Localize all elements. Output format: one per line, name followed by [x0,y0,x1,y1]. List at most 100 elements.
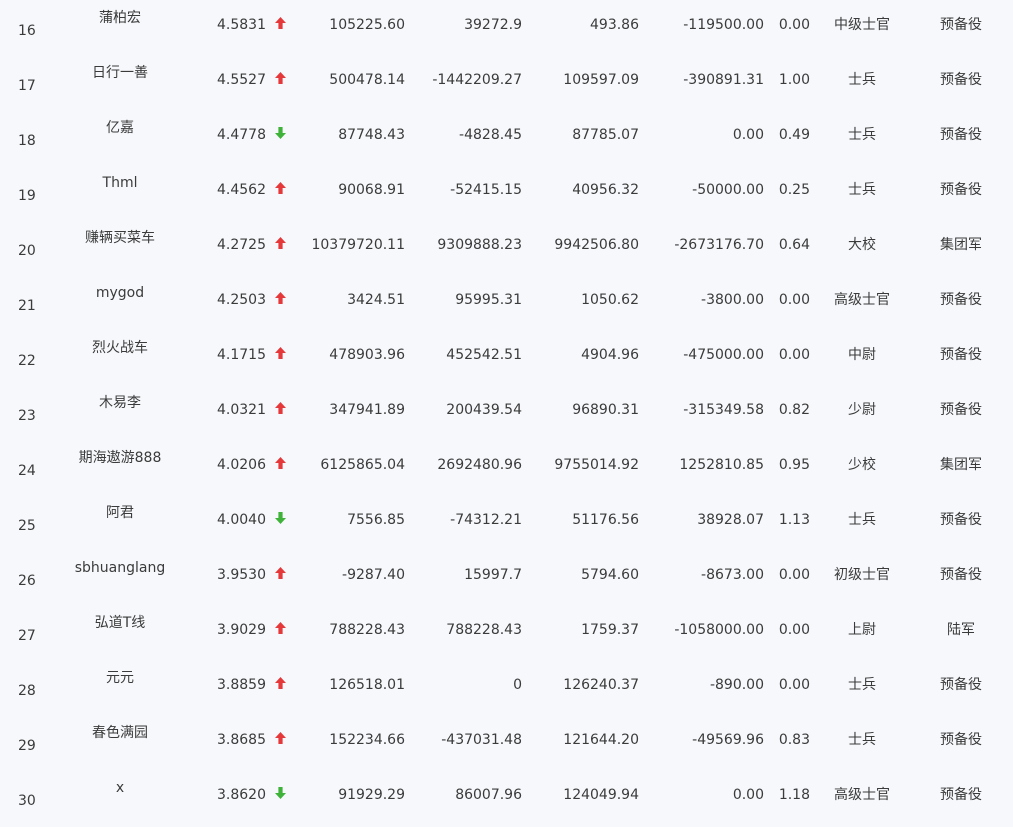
value-col-2: -4828.45 [459,127,522,143]
value-col-2: 9309888.23 [437,237,522,253]
user-name: 日行一善 [92,65,148,81]
army-type: 预备役 [940,787,982,803]
military-rank: 中级士官 [834,17,890,33]
value-col-1: 7556.85 [347,512,405,528]
value-col-4: -890.00 [709,677,764,693]
user-name: mygod [95,285,145,301]
arrow-up-icon [274,566,288,580]
army-type: 集团军 [940,237,982,253]
military-rank: 士兵 [848,127,876,143]
army-type: 预备役 [940,17,982,33]
arrow-up-icon [274,181,288,195]
user-name: 木易李 [99,395,141,411]
value-col-4: -315349.58 [683,402,764,418]
military-rank: 少校 [848,457,876,473]
value-col-1: 478903.96 [329,347,405,363]
army-type: 预备役 [940,292,982,308]
ratio-value: 1.18 [778,787,810,803]
score-value: 3.9530 [217,567,266,583]
score-value: 4.4562 [217,182,266,198]
value-col-3: 4904.96 [581,347,639,363]
value-col-3: 493.86 [590,17,639,33]
value-col-4: 0.00 [732,127,764,143]
ratio-value: 0.00 [778,347,810,363]
value-col-3: 1050.62 [581,292,639,308]
value-col-3: 109597.09 [563,72,639,88]
user-name: 蒲柏宏 [99,10,141,26]
arrow-up-icon [274,621,288,635]
score-value: 3.8620 [217,787,266,803]
value-col-1: 500478.14 [329,72,405,88]
user-name: 烈火战车 [92,340,148,356]
value-col-4: -119500.00 [683,17,764,33]
value-col-4: 0.00 [732,787,764,803]
rank-number: 19 [18,188,36,204]
ratio-value: 0.82 [778,402,810,418]
ratio-value: 0.83 [778,732,810,748]
value-col-1: 788228.43 [329,622,405,638]
army-type: 预备役 [940,347,982,363]
value-col-1: -9287.40 [342,567,405,583]
military-rank: 少尉 [848,402,876,418]
military-rank: 中尉 [848,347,876,363]
army-type: 预备役 [940,402,982,418]
user-name: Thml [102,175,138,191]
arrow-down-icon [274,126,288,140]
value-col-4: -3800.00 [701,292,764,308]
value-col-4: -50000.00 [692,182,764,198]
value-col-3: 5794.60 [581,567,639,583]
ratio-value: 1.00 [778,72,810,88]
value-col-1: 347941.89 [329,402,405,418]
value-col-1: 105225.60 [329,17,405,33]
ratio-value: 0.00 [778,677,810,693]
rank-number: 16 [18,23,36,39]
value-col-4: -2673176.70 [674,237,764,253]
value-col-3: 51176.56 [572,512,639,528]
value-col-1: 152234.66 [329,732,405,748]
arrow-up-icon [274,401,288,415]
table-row: 28 元元 3.8859 126518.01 0 126240.37 -890.00 0.00… [0,662,1013,717]
table-row: 22 烈火战车 4.1715 478903.96 452542.51 4904.96 -47… [0,332,1013,387]
table-row: 27 弘道T线 3.9029 788228.43 788228.43 1759.37 -10… [0,607,1013,662]
value-col-2: 95995.31 [455,292,522,308]
ratio-value: 0.00 [778,622,810,638]
value-col-1: 91929.29 [338,787,405,803]
score-value: 3.9029 [217,622,266,638]
value-col-2: -437031.48 [441,732,522,748]
value-col-3: 121644.20 [563,732,639,748]
leaderboard-table: 16 蒲柏宏 4.5831 105225.60 39272.9 493.86 -119500… [0,0,1013,812]
score-value: 4.0321 [217,402,266,418]
value-col-1: 126518.01 [329,677,405,693]
ratio-value: 0.00 [778,17,810,33]
ratio-value: 0.95 [778,457,810,473]
user-name: 弘道T线 [94,615,146,631]
rank-number: 20 [18,243,36,259]
military-rank: 高级士官 [834,787,890,803]
value-col-1: 90068.91 [338,182,405,198]
ratio-value: 0.64 [778,237,810,253]
value-col-3: 124049.94 [563,787,639,803]
user-name: 赚辆买菜车 [85,230,155,246]
rank-number: 30 [18,793,36,809]
value-col-3: 1759.37 [581,622,639,638]
value-col-3: 40956.32 [572,182,639,198]
rank-number: 18 [18,133,36,149]
arrow-up-icon [274,456,288,470]
value-col-2: 86007.96 [455,787,522,803]
ratio-value: 1.13 [778,512,810,528]
arrow-up-icon [274,676,288,690]
rank-number: 17 [18,78,36,94]
value-col-2: 452542.51 [446,347,522,363]
value-col-4: 1252810.85 [679,457,764,473]
value-col-4: -390891.31 [683,72,764,88]
military-rank: 初级士官 [834,567,890,583]
user-name: 阿君 [106,505,134,521]
arrow-up-icon [274,291,288,305]
rank-number: 24 [18,463,36,479]
table-row: 23 木易李 4.0321 347941.89 200439.54 96890.31 -31… [0,387,1013,442]
rank-number: 27 [18,628,36,644]
value-col-3: 126240.37 [563,677,639,693]
score-value: 3.8685 [217,732,266,748]
rank-number: 25 [18,518,36,534]
table-row: 29 春色满园 3.8685 152234.66 -437031.48 121644.20… [0,717,1013,772]
